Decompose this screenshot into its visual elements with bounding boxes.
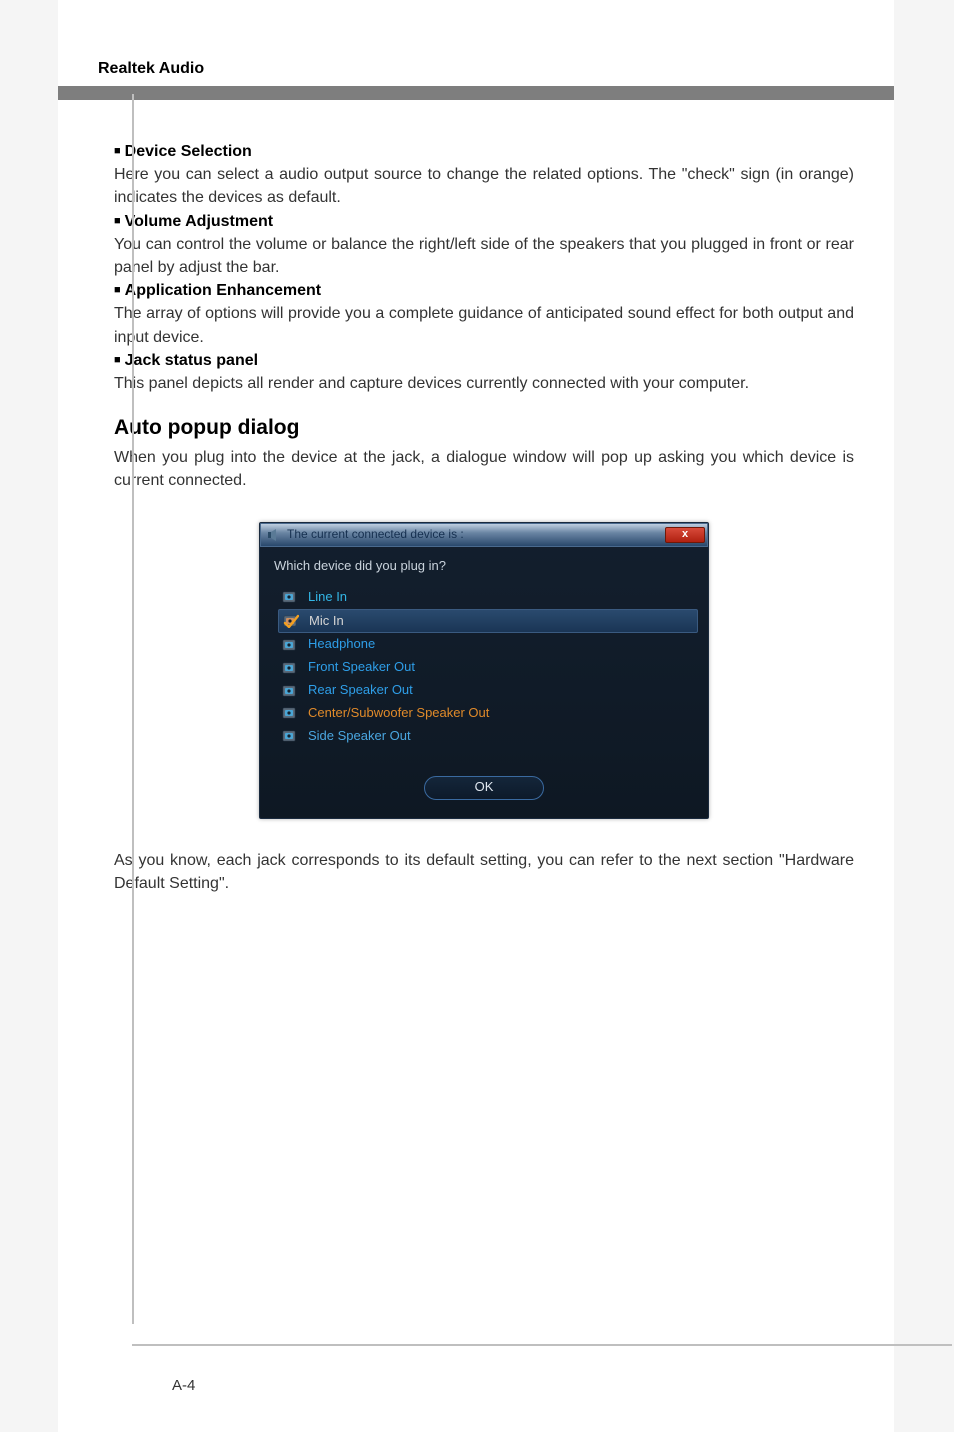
application-enhancement-heading: Application Enhancement: [114, 279, 854, 302]
device-label: Mic In: [309, 612, 344, 631]
device-item[interactable]: Side Speaker Out: [282, 725, 694, 748]
device-item[interactable]: Center/Subwoofer Speaker Out: [282, 702, 694, 725]
page-header: Realtek Audio: [58, 0, 894, 86]
footnote: As you know, each jack corresponds to it…: [114, 849, 854, 895]
device-list: Line In Mic In Headphone Front Speaker Out R…: [282, 586, 694, 748]
device-label: Center/Subwoofer Speaker Out: [308, 704, 489, 723]
jack-icon: [282, 684, 298, 698]
jack-icon: [282, 590, 298, 604]
jack-icon: [282, 706, 298, 720]
close-icon: x: [682, 527, 688, 543]
device-item[interactable]: Mic In: [278, 609, 698, 634]
page-number: A-4: [172, 1377, 195, 1394]
ok-button[interactable]: OK: [424, 776, 544, 800]
jack-status-body: This panel depicts all render and captur…: [114, 372, 854, 395]
page: Realtek Audio Device Selection Here you …: [58, 0, 894, 1432]
content-area: Device Selection Here you can select a a…: [58, 100, 894, 915]
left-margin-rule: [132, 94, 134, 1324]
device-label: Headphone: [308, 635, 375, 654]
device-label: Line In: [308, 588, 347, 607]
dialog-body: Which device did you plug in? Line In Mic…: [260, 547, 708, 818]
device-dialog: The current connected device is : x Whic…: [259, 522, 709, 819]
volume-adjustment-heading: Volume Adjustment: [114, 210, 854, 233]
device-selection-heading: Device Selection: [114, 140, 854, 163]
device-item[interactable]: Line In: [282, 586, 694, 609]
header-divider: [58, 86, 894, 100]
speaker-icon: [267, 528, 281, 542]
jack-status-heading: Jack status panel: [114, 349, 854, 372]
auto-popup-body: When you plug into the device at the jac…: [114, 446, 854, 492]
jack-icon: [282, 638, 298, 652]
bottom-rule: [132, 1344, 952, 1346]
device-item[interactable]: Headphone: [282, 633, 694, 656]
application-enhancement-body: The array of options will provide you a …: [114, 302, 854, 348]
device-item[interactable]: Front Speaker Out: [282, 656, 694, 679]
ok-label: OK: [475, 778, 494, 797]
device-label: Rear Speaker Out: [308, 681, 413, 700]
device-label: Side Speaker Out: [308, 727, 411, 746]
volume-adjustment-body: You can control the volume or balance th…: [114, 233, 854, 279]
jack-icon: [282, 729, 298, 743]
dialog-screenshot: The current connected device is : x Whic…: [114, 522, 854, 819]
device-item[interactable]: Rear Speaker Out: [282, 679, 694, 702]
device-selection-body: Here you can select a audio output sourc…: [114, 163, 854, 209]
close-button[interactable]: x: [665, 527, 705, 543]
title-left: The current connected device is :: [267, 526, 464, 543]
dialog-title: The current connected device is :: [287, 526, 464, 543]
dialog-prompt: Which device did you plug in?: [274, 557, 694, 576]
dialog-title-bar: The current connected device is : x: [260, 523, 708, 547]
jack-icon: [282, 661, 298, 675]
auto-popup-title: Auto popup dialog: [114, 413, 854, 443]
header-title: Realtek Audio: [98, 60, 204, 77]
jack-icon: [283, 614, 299, 628]
device-label: Front Speaker Out: [308, 658, 415, 677]
ok-row: OK: [274, 776, 694, 800]
